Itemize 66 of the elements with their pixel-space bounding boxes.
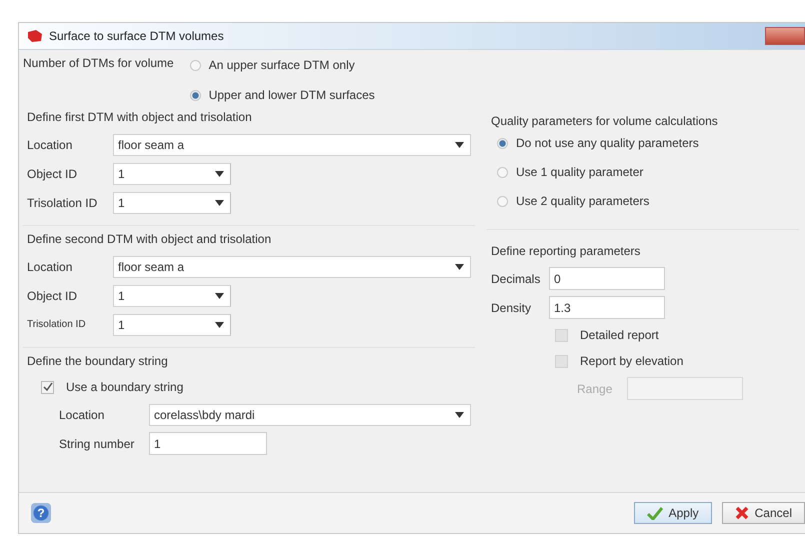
field-label: Location: [27, 260, 74, 274]
checkbox-label: Report by elevation: [580, 354, 684, 368]
dropdown-arrow-icon: [455, 142, 464, 148]
dropdown-arrow-icon: [215, 170, 224, 176]
option-label: Use 2 quality parameters: [516, 194, 650, 208]
checkbox-option[interactable]: Report by elevation: [491, 348, 799, 374]
field-label: Location: [59, 408, 106, 422]
option-label: Upper and lower DTM surfaces: [208, 88, 375, 102]
field-label: Trisolation ID: [27, 319, 87, 330]
dropdown-arrow-icon: [215, 292, 224, 298]
checkbox[interactable]: [555, 354, 568, 368]
field-label: Decimals: [491, 272, 542, 286]
field-label: Object ID: [27, 166, 78, 180]
dropdown-field[interactable]: 1: [113, 192, 231, 214]
checkbox-label: Detailed report: [580, 328, 659, 342]
dropdown-arrow-icon: [215, 322, 224, 328]
input-field[interactable]: 0: [549, 267, 665, 290]
radio-button[interactable]: [190, 90, 201, 100]
field-label: Range: [577, 382, 614, 396]
dropdown-field[interactable]: 1: [113, 284, 231, 306]
help-button[interactable]: ?: [31, 503, 51, 523]
checkbox-option[interactable]: Use a boundary string: [27, 374, 475, 400]
dropdown-arrow-icon: [455, 264, 464, 270]
field-label: Location: [27, 138, 74, 152]
checkbox-label: Use a boundary string: [66, 380, 184, 394]
dropdown-arrow-icon: [455, 412, 464, 418]
section-heading: Define second DTM with object and trisolation: [27, 232, 272, 246]
field-label: Object ID: [27, 288, 78, 302]
field-label: Number of DTMs for volume: [23, 56, 174, 70]
dropdown-field[interactable]: floor seam a: [113, 256, 471, 278]
checkbox[interactable]: [41, 380, 54, 394]
input-field[interactable]: 1: [149, 432, 267, 455]
dropdown-field[interactable]: corelass\bdy mardi: [149, 404, 471, 426]
window-title: Surface to surface DTM volumes: [49, 29, 224, 43]
radio-option[interactable]: Upper and lower DTM surfaces: [190, 86, 375, 104]
radio-button[interactable]: [497, 166, 508, 178]
radio-button[interactable]: [190, 60, 201, 70]
cross-icon: [734, 506, 749, 520]
apply-button[interactable]: Apply: [634, 502, 712, 524]
option-label: Do not use any quality parameters: [516, 136, 699, 150]
section-heading: Define reporting parameters: [491, 244, 642, 258]
dropdown-field[interactable]: floor seam a: [113, 134, 471, 156]
checkbox[interactable]: [555, 328, 568, 342]
radio-button[interactable]: [497, 138, 508, 148]
option-label: Use 1 quality parameter: [516, 165, 644, 179]
dropdown-field[interactable]: 1: [113, 162, 231, 184]
radio-option[interactable]: An upper surface DTM only: [190, 56, 375, 74]
field-label: String number: [59, 436, 136, 450]
radio-button[interactable]: [497, 196, 508, 206]
cancel-button[interactable]: Cancel: [722, 502, 805, 524]
section-heading: Quality parameters for volume calculations: [491, 114, 719, 128]
close-button[interactable]: [765, 27, 805, 45]
dropdown-arrow-icon: [215, 200, 224, 206]
checkmark-icon: [646, 506, 663, 520]
checkbox-option[interactable]: Detailed report: [491, 322, 799, 348]
option-label: An upper surface DTM only: [208, 58, 355, 72]
radio-option[interactable]: Use 1 quality parameter: [497, 163, 799, 181]
field-label: Density: [491, 300, 532, 314]
app-icon: [27, 29, 43, 43]
field-label: Trisolation ID: [27, 196, 98, 210]
radio-option[interactable]: Use 2 quality parameters: [497, 192, 799, 210]
input-field[interactable]: 1.3: [549, 296, 665, 319]
section-heading: Define first DTM with object and trisolation: [27, 110, 253, 124]
radio-option[interactable]: Do not use any quality parameters: [497, 134, 799, 152]
section-heading: Define the boundary string: [27, 354, 169, 368]
dropdown-field[interactable]: 1: [113, 314, 231, 336]
